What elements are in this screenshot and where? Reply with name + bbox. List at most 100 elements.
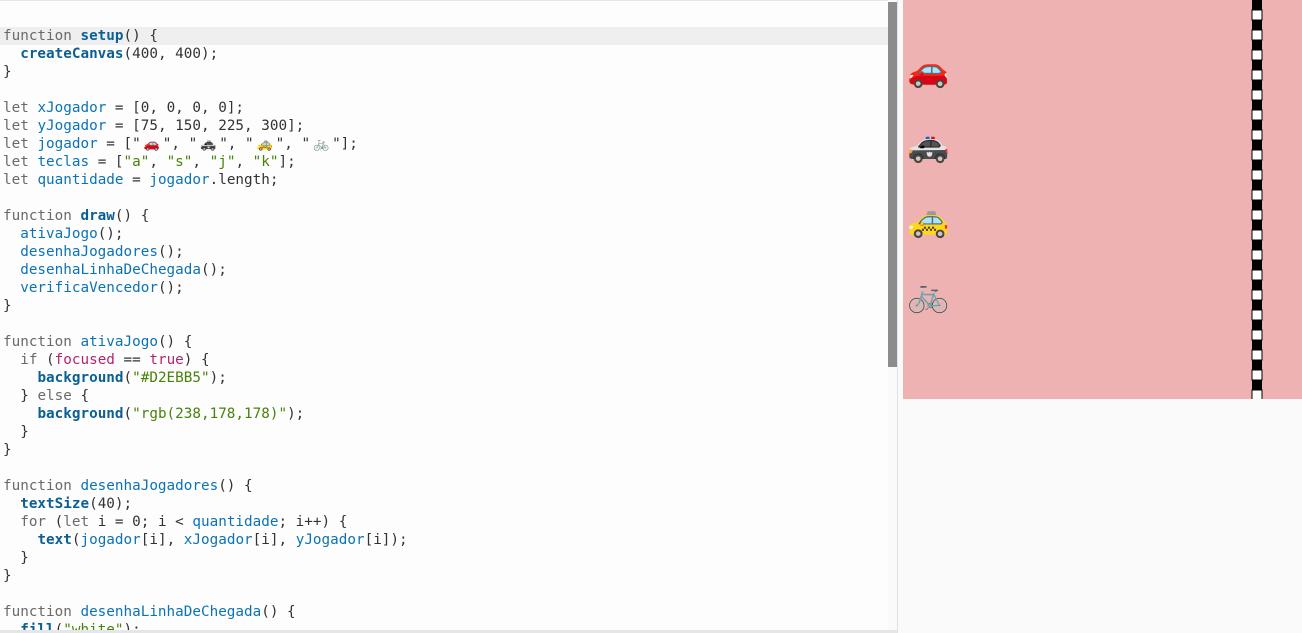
code-token: } (3, 568, 12, 584)
finish-line-square (1252, 300, 1262, 310)
finish-line-square (1252, 200, 1262, 210)
emoji-token: 🚗 (143, 137, 160, 152)
code-token: [i], (140, 532, 184, 548)
finish-line-square (1251, 29, 1263, 41)
code-line[interactable]: let jogador = [" 🚗 ", " 🚓 ", " 🚕 ", " 🚲 "]; (3, 135, 889, 153)
finish-line-square (1252, 80, 1262, 90)
code-line[interactable]: for (let i = 0; i < quantidade; i++) { (3, 513, 889, 531)
code-area[interactable]: function setup() { createCanvas(400, 400… (0, 27, 889, 633)
code-token: , (149, 154, 167, 170)
player-emoji: 🚲 (907, 275, 950, 315)
code-editor[interactable]: function setup() { createCanvas(400, 400… (0, 0, 898, 633)
code-line[interactable]: } (3, 297, 889, 315)
code-line[interactable]: function desenhaLinhaDeChegada() { (3, 603, 889, 621)
finish-line-square (1251, 69, 1263, 81)
finish-line-square (1251, 349, 1263, 361)
code-token: } (3, 424, 29, 440)
code-token: let (3, 118, 38, 134)
code-token: , (235, 154, 253, 170)
code-token: ); (287, 406, 305, 422)
code-token: = [ (89, 154, 124, 170)
code-token: [i], (252, 532, 296, 548)
code-line[interactable]: text(jogador[i], xJogador[i], yJogador[i… (3, 531, 889, 549)
code-line[interactable]: background("rgb(238,178,178)"); (3, 405, 889, 423)
code-token: jogador (80, 532, 141, 548)
code-line[interactable]: textSize(40); (3, 495, 889, 513)
code-line[interactable]: createCanvas(400, 400); (3, 45, 889, 63)
code-line[interactable] (3, 315, 889, 333)
code-line[interactable]: function desenhaJogadores() { (3, 477, 889, 495)
code-token: setup (80, 28, 124, 44)
code-line[interactable] (3, 585, 889, 603)
code-line[interactable]: } (3, 567, 889, 585)
finish-line-square (1251, 389, 1263, 399)
code-line[interactable] (3, 81, 889, 99)
emoji-token: 🚓 (200, 137, 217, 152)
sketch-preview-canvas[interactable]: 🚗 🚓 🚕 🚲 (903, 0, 1302, 399)
code-token: (400, 400); (123, 46, 219, 62)
code-token: ( (37, 352, 55, 368)
code-token: let (63, 514, 90, 530)
code-token: function (3, 28, 81, 44)
code-token: ativaJogo (80, 334, 158, 350)
code-line[interactable]: function ativaJogo() { (3, 333, 889, 351)
code-line[interactable]: let yJogador = [75, 150, 225, 300]; (3, 117, 889, 135)
code-line[interactable]: desenhaJogadores(); (3, 243, 889, 261)
finish-line-square (1251, 309, 1263, 321)
code-token: quantidade (37, 172, 124, 188)
code-token: true (149, 352, 184, 368)
code-line[interactable]: let quantidade = jogador.length; (3, 171, 889, 189)
code-token: = [75, 150, 225, 300]; (106, 118, 305, 134)
code-token: ( (123, 370, 133, 386)
code-token: = (123, 172, 150, 188)
code-line[interactable]: } (3, 549, 889, 567)
finish-line-square (1252, 240, 1262, 250)
code-line[interactable]: desenhaLinhaDeChegada(); (3, 261, 889, 279)
code-token: (); (157, 280, 184, 296)
code-line[interactable]: } (3, 423, 889, 441)
code-token: ( (46, 514, 64, 530)
code-line[interactable]: function setup() { (0, 27, 889, 45)
code-token: let (3, 136, 38, 152)
code-token: ) { (183, 352, 210, 368)
finish-line-square (1252, 140, 1262, 150)
code-token: ; i++) { (278, 514, 348, 530)
code-line[interactable]: } (3, 441, 889, 459)
finish-line-square (1251, 149, 1263, 161)
code-token: xJogador (37, 100, 107, 116)
finish-line-square (1251, 209, 1263, 221)
finish-line-square (1251, 109, 1263, 121)
code-token: xJogador (183, 532, 253, 548)
code-line[interactable]: } (3, 63, 889, 81)
player-emoji: 🚓 (907, 125, 950, 165)
code-line[interactable]: let xJogador = [0, 0, 0, 0]; (3, 99, 889, 117)
code-line[interactable]: function draw() { (3, 207, 889, 225)
code-line[interactable]: verificaVencedor(); (3, 279, 889, 297)
code-line[interactable]: ativaJogo(); (3, 225, 889, 243)
code-token: jogador (149, 172, 210, 188)
code-token: } (3, 64, 12, 80)
code-line[interactable] (3, 459, 889, 477)
scrollbar-thumb[interactable] (888, 2, 897, 367)
code-line[interactable]: } else { (3, 387, 889, 405)
code-token: for (20, 514, 47, 530)
finish-line-canvas (1251, 0, 1263, 399)
code-token: i = 0; i < (89, 514, 193, 530)
finish-line-square (1251, 129, 1263, 141)
code-token: let (3, 172, 38, 188)
code-line[interactable]: let teclas = ["a", "s", "j", "k"]; (3, 153, 889, 171)
code-line[interactable] (3, 189, 889, 207)
code-token: ); (209, 370, 227, 386)
code-token: (); (157, 244, 184, 260)
code-line[interactable]: if (focused == true) { (3, 351, 889, 369)
editor-scrollbar[interactable] (888, 0, 897, 633)
code-token: desenhaLinhaDeChegada (20, 262, 201, 278)
code-line[interactable]: background("#D2EBB5"); (3, 369, 889, 387)
code-token: [i]); (364, 532, 408, 548)
